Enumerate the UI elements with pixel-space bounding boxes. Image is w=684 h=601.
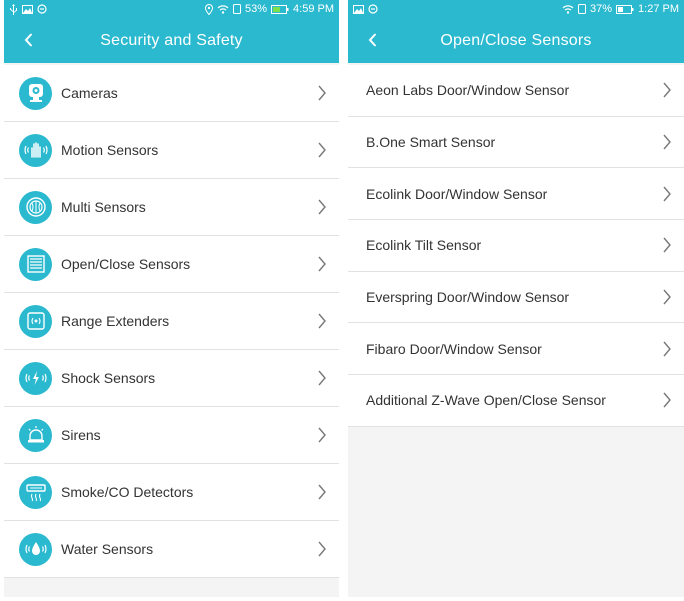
siren-icon [19,418,52,452]
wifi-icon [562,4,574,14]
list-item[interactable]: Additional Z-Wave Open/Close Sensor [348,375,684,427]
page-title: Open/Close Sensors [440,31,592,49]
chevron-right-icon [318,313,326,329]
list-item-label: B.One Smart Sensor [366,134,496,151]
chevron-right-icon [663,393,671,408]
app-bar: Security and Safety [4,18,339,63]
app-bar: Open/Close Sensors [348,18,684,63]
water-drop-icon [19,532,52,566]
list-item-shock-sensors[interactable]: Shock Sensors [4,350,339,407]
usb-icon [9,3,18,15]
chevron-right-icon [318,142,326,158]
list-item-label: Cameras [61,85,118,101]
sync-icon [368,4,378,14]
multi-sensor-icon [19,190,52,224]
chevron-right-icon [318,427,326,443]
list-item-open-close-sensors[interactable]: Open/Close Sensors [4,236,339,293]
list-item-label: Motion Sensors [61,142,159,158]
list-item-label: Fibaro Door/Window Sensor [366,340,542,357]
list-item-label: Multi Sensors [61,199,146,215]
chevron-right-icon [663,341,671,357]
list-item-sirens[interactable]: Sirens [4,407,339,464]
camera-icon [19,76,52,110]
back-button[interactable] [18,30,38,50]
chevron-right-icon [318,256,326,272]
wifi-icon [217,4,229,14]
clock: 4:59 PM [293,3,334,15]
list-item-label: Additional Z-Wave Open/Close Sensor [366,392,606,409]
chevron-right-icon [663,82,671,98]
page-title: Security and Safety [100,31,243,49]
status-bar: 53% 4:59 PM [4,0,339,18]
battery-percent: 53% [245,3,268,15]
list-item[interactable]: Ecolink Door/Window Sensor [348,168,684,221]
range-extender-icon [19,304,52,338]
list-item-smoke-co-detectors[interactable]: Smoke/CO Detectors [4,464,339,521]
shock-bolt-icon [19,361,52,395]
battery-icon [271,4,289,14]
chevron-right-icon [318,199,326,215]
sensor-list: Aeon Labs Door/Window Sensor B.One Smart… [348,65,684,427]
list-item-label: Everspring Door/Window Sensor [366,289,570,306]
list-item-water-sensors[interactable]: Water Sensors [4,521,339,578]
list-item-label: Ecolink Tilt Sensor [366,237,482,254]
list-item[interactable]: Fibaro Door/Window Sensor [348,323,684,376]
chevron-right-icon [663,186,671,202]
list-item-label: Open/Close Sensors [61,256,191,272]
sim-icon [578,4,586,14]
list-item-label: Water Sensors [61,541,154,557]
chevron-right-icon [318,370,326,386]
chevron-right-icon [663,237,671,253]
list-item-range-extenders[interactable]: Range Extenders [4,293,339,350]
image-icon [353,4,364,14]
list-item[interactable]: Everspring Door/Window Sensor [348,271,684,324]
chevron-right-icon [318,484,326,500]
sync-icon [37,4,47,14]
list-item-motion-sensors[interactable]: Motion Sensors [4,122,339,179]
chevron-right-icon [318,85,326,101]
chevron-right-icon [318,541,326,557]
sim-icon [233,4,241,14]
security-screen: 53% 4:59 PM Security and Safety Cameras … [4,0,339,597]
list-item-label: Sirens [61,427,101,443]
list-item-label: Shock Sensors [61,370,156,386]
chevron-left-icon [24,33,32,47]
list-item-label: Aeon Labs Door/Window Sensor [366,82,570,99]
list-item-label: Ecolink Door/Window Sensor [366,185,548,202]
status-bar: 37% 1:27 PM [348,0,684,18]
image-icon [22,4,33,14]
garage-door-icon [19,247,52,281]
list-item[interactable]: Aeon Labs Door/Window Sensor [348,65,684,117]
list-item[interactable]: B.One Smart Sensor [348,116,684,169]
chevron-left-icon [368,33,376,47]
battery-percent: 37% [590,3,613,15]
list-item[interactable]: Ecolink Tilt Sensor [348,220,684,272]
list-item-label: Smoke/CO Detectors [61,484,194,500]
category-list: Cameras Motion Sensors Multi Sensors Ope… [4,65,339,578]
open-close-sensors-screen: 37% 1:27 PM Open/Close Sensors Aeon Labs… [348,0,684,597]
smoke-detector-icon [19,475,52,509]
clock: 1:27 PM [638,3,679,15]
chevron-right-icon [663,134,671,150]
battery-icon [616,4,634,14]
back-button[interactable] [362,30,382,50]
chevron-right-icon [663,289,671,305]
list-item-label: Range Extenders [61,313,170,329]
list-item-multi-sensors[interactable]: Multi Sensors [4,179,339,236]
location-icon [205,3,213,15]
motion-hand-icon [19,133,52,167]
list-item-cameras[interactable]: Cameras [4,65,339,122]
